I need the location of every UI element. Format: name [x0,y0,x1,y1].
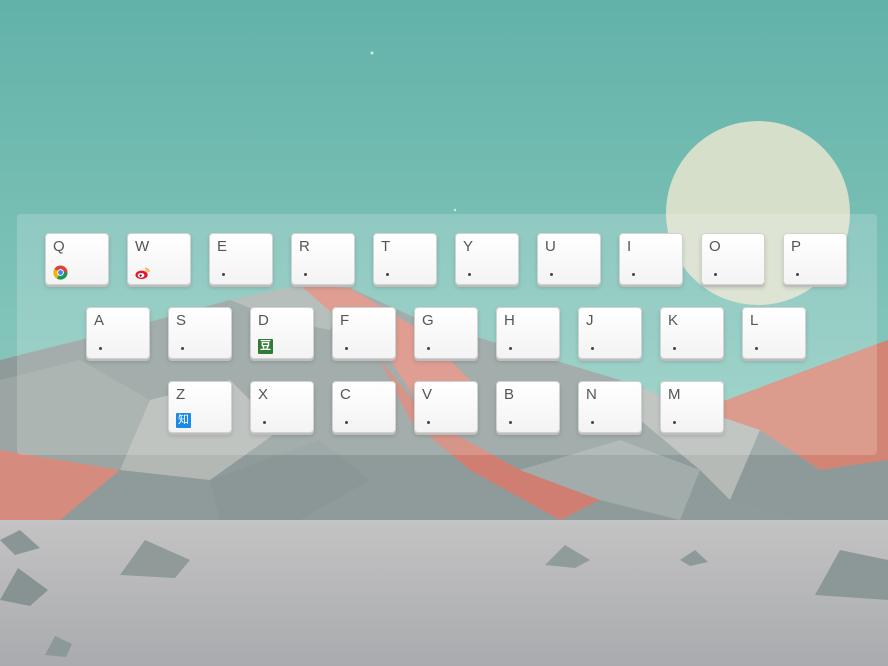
douban-icon-glyph: 豆 [258,339,273,354]
key-letter: D [258,312,269,329]
key-n[interactable]: N [578,381,642,433]
dot-icon [176,339,191,354]
key-v[interactable]: V [414,381,478,433]
key-letter: R [299,238,310,255]
key-letter: Y [463,238,474,255]
key-letter: Q [53,238,65,255]
key-a[interactable]: A [86,307,150,359]
dot-icon [504,339,519,354]
weibo-icon [135,265,150,280]
key-letter: J [586,312,594,329]
key-letter: F [340,312,350,329]
key-o[interactable]: O [701,233,765,285]
key-letter: S [176,312,187,329]
zhihu-icon: 知 [176,413,191,428]
key-g[interactable]: G [414,307,478,359]
dot-icon [422,339,437,354]
star [370,51,374,55]
key-letter: U [545,238,556,255]
key-letter: V [422,386,433,403]
key-q[interactable]: Q [45,233,109,285]
key-u[interactable]: U [537,233,601,285]
dot-icon [340,413,355,428]
key-letter: H [504,312,515,329]
key-h[interactable]: H [496,307,560,359]
dot-icon [381,265,396,280]
dot-icon [791,265,806,280]
chrome-icon [53,265,68,280]
dot-icon [545,265,560,280]
key-y[interactable]: Y [455,233,519,285]
dot-icon [668,339,683,354]
dot-icon [627,265,642,280]
key-m[interactable]: M [660,381,724,433]
key-e[interactable]: E [209,233,273,285]
key-d[interactable]: D豆 [250,307,314,359]
key-letter: E [217,238,228,255]
dot-icon [709,265,724,280]
key-k[interactable]: K [660,307,724,359]
dot-icon [586,339,601,354]
key-letter: N [586,386,597,403]
key-c[interactable]: C [332,381,396,433]
key-x[interactable]: X [250,381,314,433]
dot-icon [422,413,437,428]
key-letter: L [750,312,759,329]
key-letter: Z [176,386,186,403]
key-z[interactable]: Z知 [168,381,232,433]
key-letter: G [422,312,434,329]
key-p[interactable]: P [783,233,847,285]
dot-icon [258,413,273,428]
key-letter: K [668,312,679,329]
key-f[interactable]: F [332,307,396,359]
key-letter: T [381,238,391,255]
dot-icon [586,413,601,428]
dot-icon [750,339,765,354]
dot-icon [340,339,355,354]
douban-icon: 豆 [258,339,273,354]
dot-icon [217,265,232,280]
key-s[interactable]: S [168,307,232,359]
dot-icon [94,339,109,354]
key-w[interactable]: W [127,233,191,285]
key-i[interactable]: I [619,233,683,285]
key-letter: B [504,386,515,403]
key-l[interactable]: L [742,307,806,359]
key-letter: M [668,386,681,403]
key-r[interactable]: R [291,233,355,285]
key-j[interactable]: J [578,307,642,359]
zhihu-icon-glyph: 知 [176,413,191,428]
dot-icon [299,265,314,280]
key-b[interactable]: B [496,381,560,433]
key-letter: I [627,238,632,255]
key-letter: A [94,312,105,329]
star [453,208,457,212]
key-letter: W [135,238,150,255]
dot-icon [463,265,478,280]
key-letter: X [258,386,269,403]
dot-icon [668,413,683,428]
keyboard-panel: Q W E R T Y U I O P A S D豆 F G H J K L Z知 X C V B N M [17,214,877,455]
key-letter: P [791,238,802,255]
key-t[interactable]: T [373,233,437,285]
dot-icon [504,413,519,428]
key-letter: C [340,386,351,403]
key-letter: O [709,238,721,255]
ground [0,520,888,666]
